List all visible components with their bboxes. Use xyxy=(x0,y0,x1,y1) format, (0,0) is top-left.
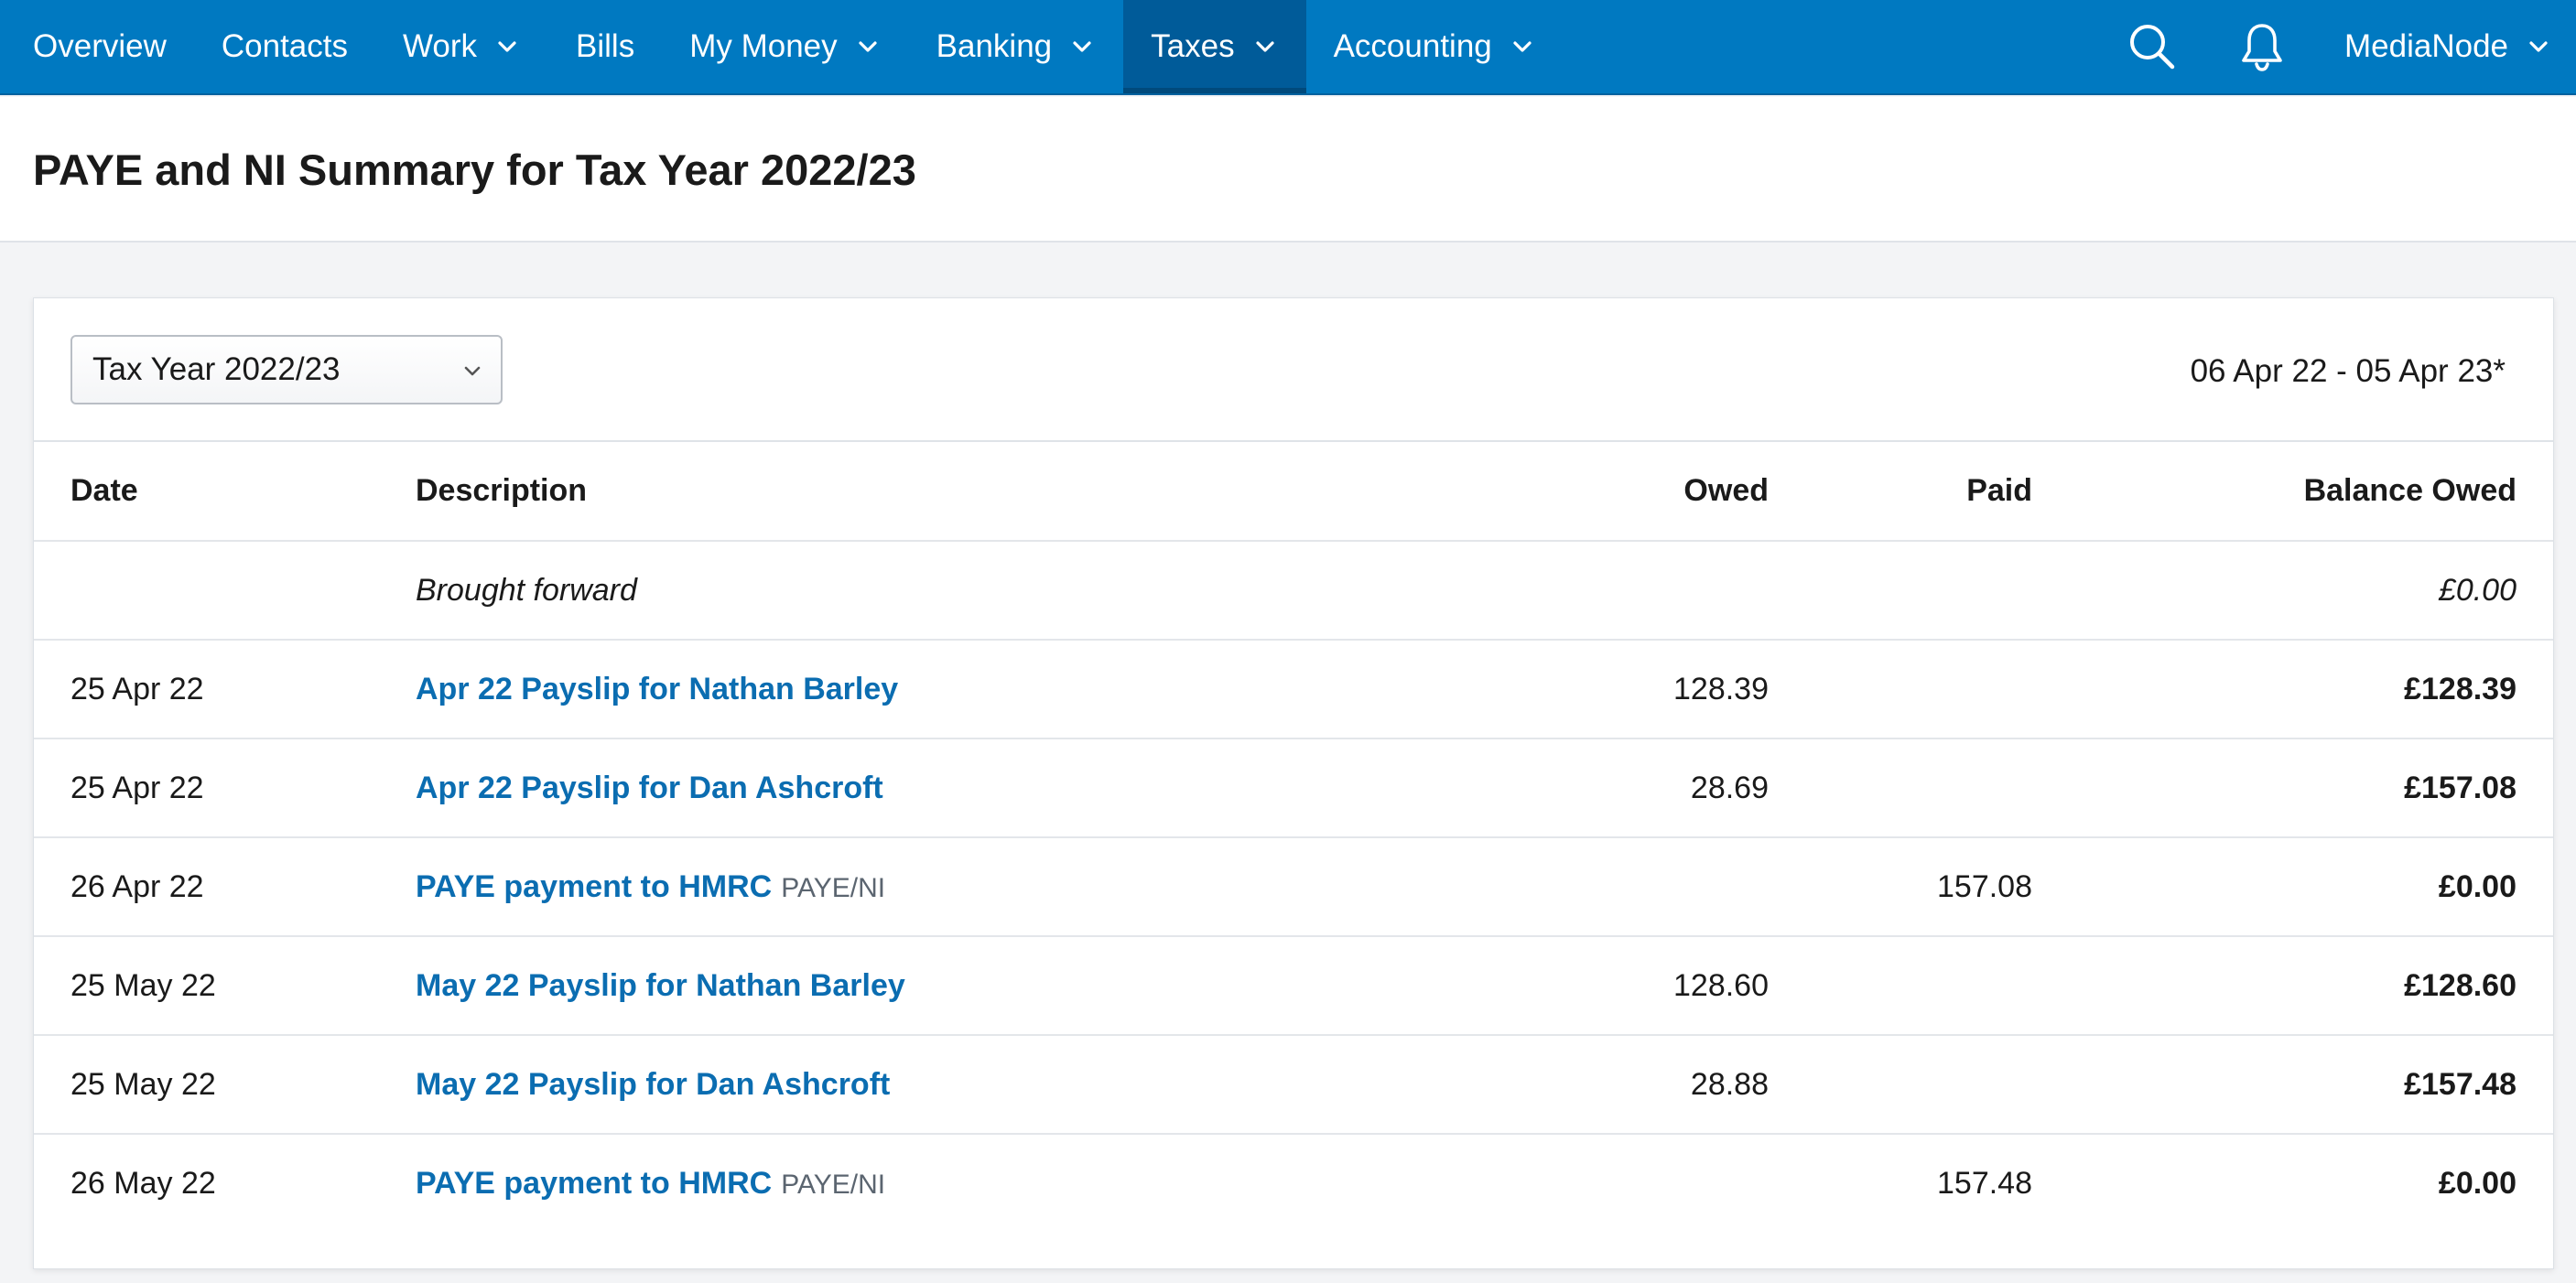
column-header-owed: Owed xyxy=(1391,442,1769,542)
payslip-link[interactable]: Apr 22 Payslip for Dan Ashcroft xyxy=(416,771,883,805)
cell-balance: £157.08 xyxy=(2032,739,2553,838)
nav-item-label: Bills xyxy=(576,28,635,64)
chevron-down-icon xyxy=(493,33,521,60)
cell-balance: £0.00 xyxy=(2438,1166,2516,1201)
nav-item-overview[interactable]: Overview xyxy=(5,0,194,93)
cell-description: PAYE payment to HMRC PAYE/NI xyxy=(416,837,1391,937)
table-row: 25 May 22 May 22 Payslip for Dan Ashcrof… xyxy=(34,1035,2553,1135)
payment-link[interactable]: PAYE payment to HMRC xyxy=(416,869,772,904)
table-row: 25 Apr 22 Apr 22 Payslip for Nathan Barl… xyxy=(34,640,2553,739)
cell-description: May 22 Payslip for Nathan Barley xyxy=(416,936,1391,1036)
nav-item-label: Accounting xyxy=(1333,28,1492,64)
table-row: 25 Apr 22 Apr 22 Payslip for Dan Ashcrof… xyxy=(34,739,2553,838)
payslip-link[interactable]: May 22 Payslip for Dan Ashcroft xyxy=(416,1067,890,1102)
cell-description: Brought forward xyxy=(416,541,1391,641)
page-title: PAYE and NI Summary for Tax Year 2022/23 xyxy=(33,146,916,194)
nav-item-bills[interactable]: Bills xyxy=(548,0,662,93)
cell-paid: 157.48 xyxy=(1937,1166,2032,1201)
nav-item-label: Overview xyxy=(33,28,167,64)
top-navigation: Overview Contacts Work Bills My Money Ba… xyxy=(0,0,2576,95)
paye-summary-table: Date Description Owed Paid Balance Owed … xyxy=(34,442,2553,1233)
cell-paid xyxy=(1769,936,2032,1036)
cell-owed: 128.39 xyxy=(1391,640,1769,739)
date-range: 06 Apr 22 - 05 Apr 23* xyxy=(2190,353,2506,389)
table-row: 26 May 22 PAYE payment to HMRC PAYE/NI 15… xyxy=(34,1134,2553,1233)
nav-item-accounting[interactable]: Accounting xyxy=(1306,0,1564,93)
chevron-down-icon xyxy=(1509,33,1536,60)
cell-paid xyxy=(1769,1035,2032,1135)
nav-item-label: Contacts xyxy=(221,28,348,64)
chevron-down-icon xyxy=(1068,33,1096,60)
search-button[interactable] xyxy=(2125,19,2180,74)
column-header-description: Description xyxy=(416,442,1391,542)
payment-type-tag: PAYE/NI xyxy=(781,1170,886,1200)
column-header-balance-owed: Balance Owed xyxy=(2032,442,2553,542)
cell-owed xyxy=(1391,1134,1769,1233)
nav-item-contacts[interactable]: Contacts xyxy=(194,0,375,93)
nav-item-banking[interactable]: Banking xyxy=(909,0,1123,93)
cell-description: Apr 22 Payslip for Nathan Barley xyxy=(416,640,1391,739)
cell-date: 26 May 22 xyxy=(70,1166,216,1201)
cell-date: 26 Apr 22 xyxy=(34,837,416,937)
payment-link[interactable]: PAYE payment to HMRC xyxy=(416,1166,772,1201)
nav-actions: MediaNode xyxy=(2125,0,2576,93)
bell-icon xyxy=(2235,20,2289,73)
tax-year-select[interactable]: Tax Year 2022/23 xyxy=(70,335,503,404)
chevron-down-icon xyxy=(854,33,882,60)
cell-description: Apr 22 Payslip for Dan Ashcroft xyxy=(416,739,1391,838)
column-header-paid: Paid xyxy=(1769,442,2032,542)
nav-menu: Overview Contacts Work Bills My Money Ba… xyxy=(0,0,1564,93)
nav-item-label: My Money xyxy=(689,28,838,64)
cell-date: 25 May 22 xyxy=(34,1035,416,1135)
cell-paid: 157.08 xyxy=(1769,837,2032,937)
nav-item-my-money[interactable]: My Money xyxy=(662,0,908,93)
page-header: PAYE and NI Summary for Tax Year 2022/23 xyxy=(0,97,2576,243)
account-menu[interactable]: MediaNode xyxy=(2344,0,2576,93)
cell-date: 25 Apr 22 xyxy=(34,739,416,838)
cell-description: PAYE payment to HMRC PAYE/NI xyxy=(416,1134,1391,1233)
cell-date xyxy=(34,541,416,641)
chevron-down-icon xyxy=(1251,33,1279,60)
brought-forward-row: Brought forward £0.00 xyxy=(34,541,2553,641)
payslip-link[interactable]: May 22 Payslip for Nathan Barley xyxy=(416,968,905,1003)
nav-item-taxes[interactable]: Taxes xyxy=(1123,0,1307,93)
cell-date: 25 May 22 xyxy=(34,936,416,1036)
nav-item-label: Taxes xyxy=(1151,28,1235,64)
cell-paid xyxy=(1769,541,2032,641)
card-toolbar: Tax Year 2022/23 06 Apr 22 - 05 Apr 23* xyxy=(34,298,2553,442)
cell-paid xyxy=(1769,739,2032,838)
cell-description: May 22 Payslip for Dan Ashcroft xyxy=(416,1035,1391,1135)
payment-type-tag: PAYE/NI xyxy=(781,872,886,903)
notifications-button[interactable] xyxy=(2235,19,2289,74)
cell-owed: 28.69 xyxy=(1391,739,1769,838)
cell-balance: £157.48 xyxy=(2032,1035,2553,1135)
cell-balance: £128.60 xyxy=(2032,936,2553,1036)
cell-date: 25 Apr 22 xyxy=(34,640,416,739)
summary-card: Tax Year 2022/23 06 Apr 22 - 05 Apr 23* … xyxy=(33,297,2554,1269)
table-header-row: Date Description Owed Paid Balance Owed xyxy=(34,442,2553,542)
cell-balance: £0.00 xyxy=(2032,837,2553,937)
nav-item-work[interactable]: Work xyxy=(375,0,548,93)
table-row: 25 May 22 May 22 Payslip for Nathan Barl… xyxy=(34,936,2553,1036)
nav-item-label: Banking xyxy=(936,28,1053,64)
account-name: MediaNode xyxy=(2344,28,2508,64)
cell-owed: 28.88 xyxy=(1391,1035,1769,1135)
payslip-link[interactable]: Apr 22 Payslip for Nathan Barley xyxy=(416,672,898,706)
tax-year-selected: Tax Year 2022/23 xyxy=(92,351,341,387)
chevron-down-icon xyxy=(460,359,484,383)
cell-owed: 128.60 xyxy=(1391,936,1769,1036)
cell-owed xyxy=(1391,541,1769,641)
cell-balance: £128.39 xyxy=(2032,640,2553,739)
cell-balance: £0.00 xyxy=(2032,541,2553,641)
cell-paid xyxy=(1769,640,2032,739)
search-icon xyxy=(2126,20,2179,73)
cell-owed xyxy=(1391,837,1769,937)
table-row: 26 Apr 22 PAYE payment to HMRC PAYE/NI 15… xyxy=(34,837,2553,937)
nav-item-label: Work xyxy=(403,28,478,64)
column-header-date: Date xyxy=(34,442,416,542)
chevron-down-icon xyxy=(2525,33,2552,60)
